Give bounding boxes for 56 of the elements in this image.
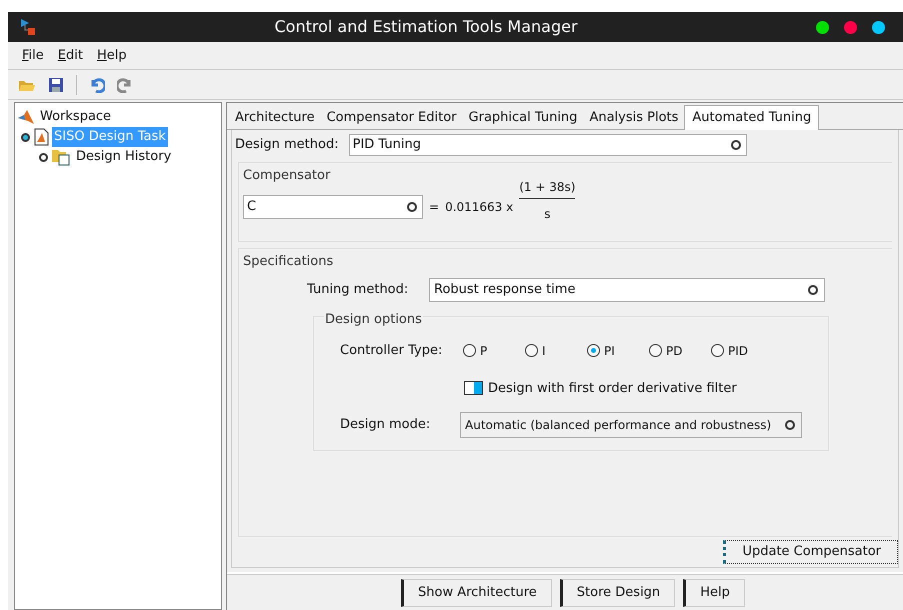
design-mode-dropdown[interactable]: Automatic (balanced performance and robustness)	[460, 412, 802, 438]
traffic-light-icon[interactable]	[844, 20, 857, 34]
dropdown-icon	[407, 202, 417, 212]
tree-node-handle[interactable]	[39, 152, 48, 162]
group-title: Specifications	[243, 253, 334, 271]
tuning-method-dropdown[interactable]: Robust response time	[429, 278, 825, 302]
tab[interactable]: Graphical Tuning	[462, 107, 584, 129]
gain-text: 0.011663 x	[445, 199, 514, 216]
radio-label: I	[542, 342, 546, 360]
radio-label: PI	[604, 342, 615, 360]
checkbox[interactable]	[464, 381, 483, 396]
dropdown-icon	[730, 140, 741, 150]
field-label: Design method:	[235, 136, 339, 154]
tree-node-handle[interactable]	[21, 132, 30, 142]
tree-item[interactable]: Workspace	[38, 107, 114, 127]
menu-item[interactable]: Help	[96, 46, 127, 66]
undo-icon[interactable]	[89, 76, 105, 92]
compensator-dropdown[interactable]: C	[243, 195, 423, 219]
document-icon	[33, 128, 49, 146]
matlab-logo-icon	[17, 109, 35, 125]
tab[interactable]: Analysis Plots	[583, 107, 684, 129]
footer-button[interactable]: Help	[683, 578, 745, 606]
dropdown-icon	[785, 420, 795, 430]
tree-item[interactable]: Design History	[74, 147, 174, 167]
radio-button[interactable]	[525, 344, 538, 358]
tab[interactable]: Architecture	[229, 107, 321, 129]
menu-item[interactable]: Edit	[58, 46, 83, 66]
redo-icon[interactable]	[117, 76, 133, 92]
radio-label: PD	[666, 342, 682, 360]
menu-item[interactable]: File	[22, 46, 44, 66]
radio-button[interactable]	[463, 344, 476, 358]
transfer-fraction: (1 + 38s) s	[519, 178, 576, 222]
equals-sign: =	[429, 199, 440, 216]
radio-button[interactable]	[587, 344, 600, 358]
tab[interactable]: Compensator Editor	[320, 107, 463, 129]
traffic-light-icon[interactable]	[872, 20, 885, 34]
field-label: Tuning method:	[307, 280, 410, 299]
dropdown-icon	[808, 284, 818, 294]
radio-label: PID	[728, 342, 748, 360]
app-logo-icon	[20, 18, 36, 36]
footer-button[interactable]: Store Design	[560, 578, 676, 606]
update-compensator-button[interactable]: Update Compensator	[723, 540, 898, 564]
checkbox-label: Design with first order derivative filter	[488, 380, 737, 398]
radio-button[interactable]	[649, 344, 662, 358]
folder-icon	[51, 148, 71, 166]
tab[interactable]: Automated Tuning	[684, 105, 820, 130]
design-method-dropdown[interactable]: PID Tuning	[348, 134, 747, 156]
radio-label: P	[480, 342, 488, 360]
window-title: Control and Estimation Tools Manager	[273, 16, 579, 38]
traffic-light-icon[interactable]	[816, 20, 829, 34]
footer-button[interactable]: Show Architecture	[401, 578, 552, 606]
group-title: Compensator	[243, 167, 332, 185]
radio-button[interactable]	[711, 344, 724, 358]
field-label: Design mode:	[340, 416, 432, 434]
save-icon[interactable]	[48, 76, 64, 92]
field-label: Controller Type:	[340, 342, 444, 360]
